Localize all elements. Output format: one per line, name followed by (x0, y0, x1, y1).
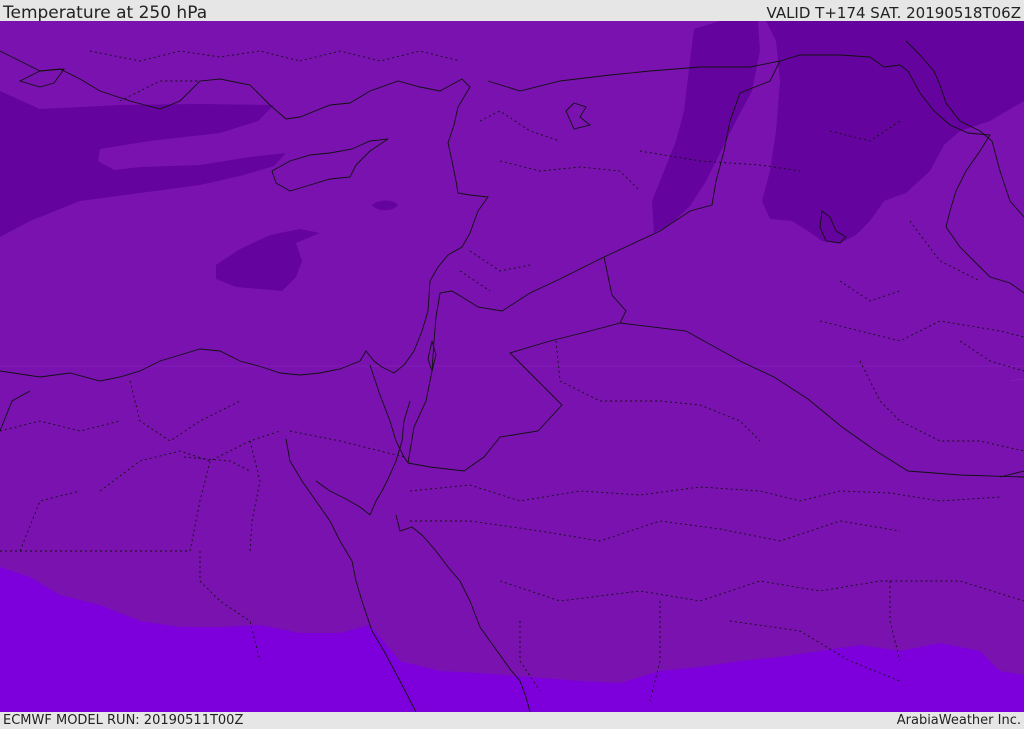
footer-bar: ECMWF MODEL RUN: 20190511T00Z ArabiaWeat… (0, 712, 1024, 729)
valid-time: VALID T+174 SAT. 20190518T06Z (766, 4, 1021, 22)
temperature-map[interactable] (0, 21, 1024, 712)
header-bar: Temperature at 250 hPa VALID T+174 SAT. … (0, 0, 1024, 23)
map-title: Temperature at 250 hPa (3, 3, 208, 23)
model-run: ECMWF MODEL RUN: 20190511T00Z (3, 713, 244, 728)
credit: ArabiaWeather Inc. (896, 713, 1021, 728)
